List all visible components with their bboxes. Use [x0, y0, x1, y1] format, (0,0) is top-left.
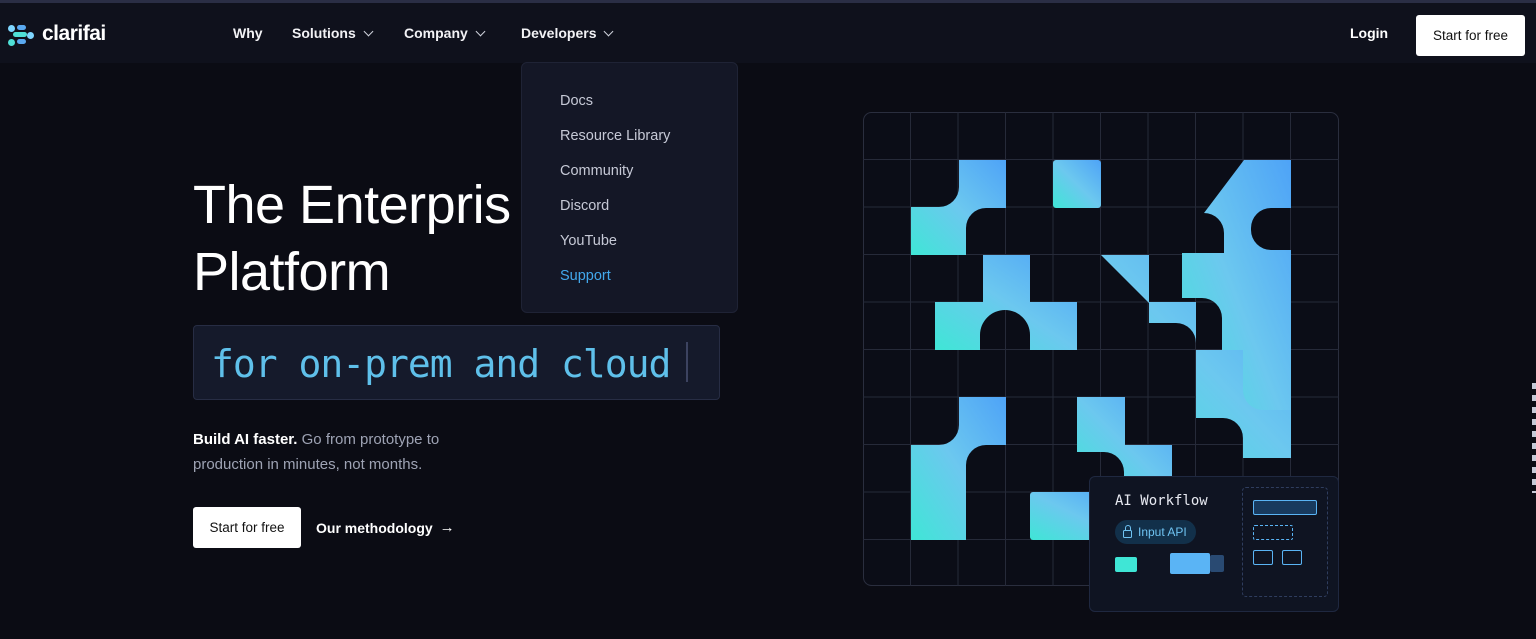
nav-solutions-label: Solutions	[292, 25, 356, 41]
nav-company[interactable]: Company	[404, 25, 486, 41]
workflow-output-node	[1253, 550, 1273, 565]
nav-developers[interactable]: Developers	[521, 25, 614, 41]
brand-logo[interactable]: clarifai	[8, 21, 106, 47]
typed-tagline-box: for on-prem and cloud	[193, 325, 720, 400]
nav-company-label: Company	[404, 25, 468, 41]
workflow-node	[1170, 553, 1210, 574]
top-navigation: clarifai Why Solutions Company Developer…	[0, 3, 1536, 63]
hero-subtext-bold: Build AI faster.	[193, 431, 298, 448]
nav-solutions[interactable]: Solutions	[292, 25, 374, 41]
dropdown-item-community[interactable]: Community	[560, 163, 633, 179]
login-link[interactable]: Login	[1350, 25, 1388, 41]
workflow-output-node	[1282, 550, 1302, 565]
nav-developers-label: Developers	[521, 25, 597, 41]
dropdown-item-resource-library[interactable]: Resource Library	[560, 128, 670, 144]
workflow-title: AI Workflow	[1115, 493, 1208, 509]
chevron-down-icon	[363, 26, 374, 36]
hero-title-line-1: The Enterpris	[193, 175, 511, 235]
ai-workflow-card: AI Workflow Input API	[1089, 476, 1339, 612]
input-api-pill[interactable]: Input API	[1115, 520, 1196, 544]
workflow-output-node	[1253, 525, 1293, 540]
scrollbar-track[interactable]	[1532, 383, 1536, 493]
dropdown-item-support[interactable]: Support	[560, 268, 611, 284]
chevron-down-icon	[604, 26, 614, 36]
arrow-right-icon: →	[439, 519, 455, 536]
hero-title-line-2: Platform	[193, 242, 391, 302]
input-api-label: Input API	[1138, 525, 1187, 539]
workflow-node	[1115, 557, 1137, 572]
nav-why-label: Why	[233, 25, 263, 41]
hero-title: The Enterpris Platform	[193, 172, 511, 306]
dropdown-item-discord[interactable]: Discord	[560, 198, 609, 214]
lock-icon	[1123, 524, 1132, 538]
hero-subtext: Build AI faster. Go from prototype to pr…	[193, 427, 493, 477]
clarifai-logo-icon	[8, 21, 34, 47]
brand-name: clarifai	[42, 22, 106, 45]
workflow-node-trail	[1210, 555, 1224, 572]
workflow-output-panel	[1242, 487, 1328, 597]
our-methodology-label: Our methodology	[316, 519, 433, 536]
typing-caret	[686, 342, 688, 382]
start-for-free-button[interactable]: Start for free	[1416, 15, 1525, 56]
dropdown-item-docs[interactable]: Docs	[560, 93, 593, 109]
our-methodology-link[interactable]: Our methodology →	[316, 519, 455, 536]
chevron-down-icon	[475, 26, 486, 36]
nav-why[interactable]: Why	[233, 25, 263, 41]
developers-dropdown-menu: Docs Resource Library Community Discord …	[521, 62, 738, 313]
dropdown-item-youtube[interactable]: YouTube	[560, 233, 617, 249]
typed-tagline: for on-prem and cloud	[211, 342, 671, 386]
workflow-output-node	[1253, 500, 1317, 515]
hero-start-for-free-button[interactable]: Start for free	[193, 507, 301, 548]
